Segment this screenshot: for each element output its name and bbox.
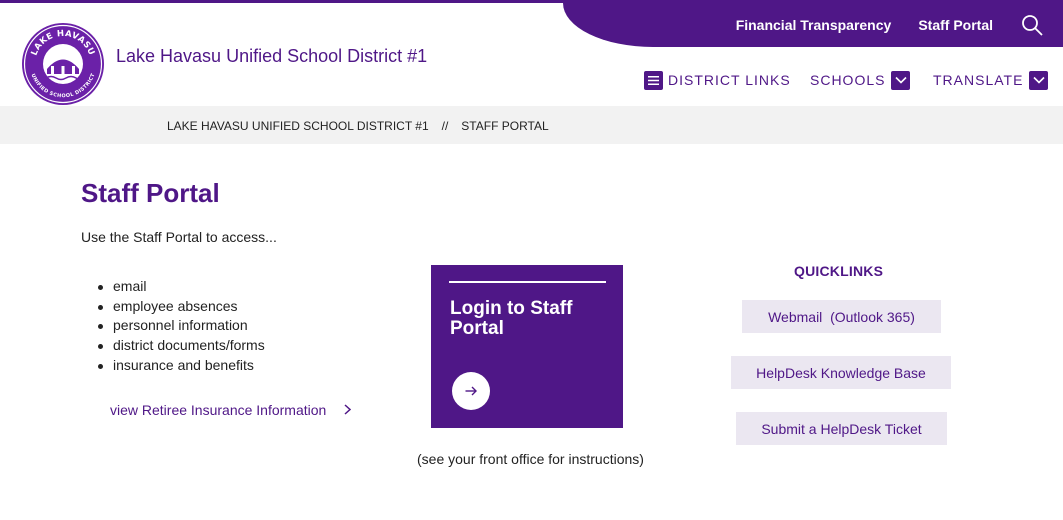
staff-portal-link[interactable]: Staff Portal	[918, 17, 993, 33]
webmail-button[interactable]: Webmail (Outlook 365)	[742, 300, 941, 333]
district-logo[interactable]: LAKE HAVASU UNIFIED SCHOOL DISTRICT	[18, 19, 108, 109]
nav-district-links-label: DISTRICT LINKS	[668, 72, 791, 88]
access-list: email employee absences personnel inform…	[98, 277, 265, 376]
search-icon[interactable]	[1020, 13, 1044, 37]
list-item: district documents/forms	[98, 336, 265, 356]
chevron-down-icon	[1029, 70, 1049, 90]
list-item: email	[98, 277, 265, 297]
breadcrumb-separator: //	[441, 119, 449, 133]
intro-text: Use the Staff Portal to access...	[81, 229, 277, 245]
chevron-down-icon	[891, 70, 911, 90]
quicklinks-title: QUICKLINKS	[794, 263, 884, 279]
list-item: insurance and benefits	[98, 356, 265, 376]
utility-nav: Financial Transparency Staff Portal	[736, 3, 1063, 47]
financial-transparency-link[interactable]: Financial Transparency	[736, 17, 892, 33]
retiree-insurance-label: view Retiree Insurance Information	[110, 402, 327, 418]
nav-schools-label: SCHOOLS	[810, 72, 886, 88]
nav-translate[interactable]: TRANSLATE	[933, 69, 1049, 91]
site-header: Financial Transparency Staff Portal LAKE…	[0, 0, 1063, 109]
login-staff-portal-card[interactable]: Login to Staff Portal	[431, 265, 623, 428]
page-title: Staff Portal	[81, 178, 220, 208]
list-item: employee absences	[98, 297, 265, 317]
retiree-insurance-link[interactable]: view Retiree Insurance Information	[110, 402, 352, 418]
submit-helpdesk-ticket-button[interactable]: Submit a HelpDesk Ticket	[736, 412, 947, 445]
front-office-note: (see your front office for instructions)	[417, 451, 644, 467]
card-divider	[449, 281, 606, 283]
breadcrumb-home[interactable]: LAKE HAVASU UNIFIED SCHOOL DISTRICT #1	[167, 119, 429, 133]
nav-district-links[interactable]: DISTRICT LINKS	[644, 69, 791, 91]
helpdesk-knowledge-base-button[interactable]: HelpDesk Knowledge Base	[731, 356, 951, 389]
menu-icon	[644, 70, 663, 90]
site-title[interactable]: Lake Havasu Unified School District #1	[116, 46, 427, 67]
chevron-right-icon	[344, 402, 352, 418]
breadcrumb: LAKE HAVASU UNIFIED SCHOOL DISTRICT #1 /…	[167, 119, 549, 133]
arrow-right-icon[interactable]	[452, 372, 490, 410]
list-item: personnel information	[98, 316, 265, 336]
breadcrumb-bar: LAKE HAVASU UNIFIED SCHOOL DISTRICT #1 /…	[0, 106, 1063, 144]
nav-translate-label: TRANSLATE	[933, 72, 1024, 88]
login-card-title: Login to Staff Portal	[450, 298, 573, 339]
breadcrumb-current: STAFF PORTAL	[461, 119, 549, 133]
nav-schools[interactable]: SCHOOLS	[810, 69, 911, 91]
